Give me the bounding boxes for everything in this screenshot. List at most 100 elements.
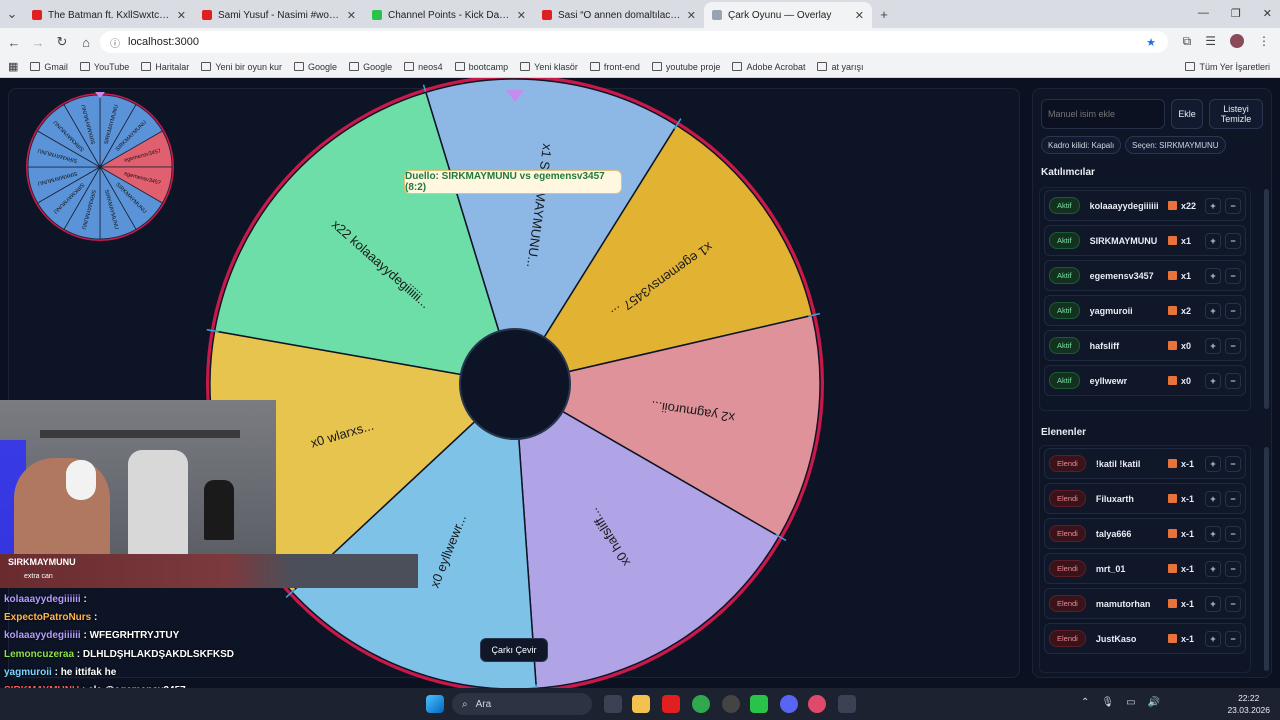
bookmark-item[interactable]: at yarışı <box>817 62 864 72</box>
obs-icon[interactable] <box>722 695 740 713</box>
bookmark-star-icon[interactable]: ★ <box>1146 36 1156 49</box>
participants-scrollbar[interactable] <box>1264 189 1269 409</box>
windows-start-icon[interactable] <box>426 695 444 713</box>
browser-tab[interactable]: Sami Yusuf - Nasimi #worldmusic✕ <box>194 2 364 28</box>
browser-tab[interactable]: Channel Points - Kick Dashboard✕ <box>364 2 534 28</box>
forward-icon[interactable]: → <box>26 35 50 50</box>
site-info-icon[interactable]: ⓘ <box>110 35 120 50</box>
new-tab-button[interactable]: + <box>872 7 896 22</box>
close-tab-icon[interactable]: ✕ <box>517 9 526 22</box>
all-bookmarks[interactable]: Tüm Yer İşaretleri <box>1185 62 1270 72</box>
decrement-button[interactable]: − <box>1225 490 1241 507</box>
youtube-icon[interactable] <box>662 695 680 713</box>
bookmark-item[interactable]: Haritalar <box>141 62 189 72</box>
bookmark-item[interactable]: Gmail <box>30 62 68 72</box>
increment-button[interactable]: + <box>1205 302 1221 319</box>
apps-icon[interactable]: ▦ <box>8 60 18 73</box>
decrement-button[interactable]: − <box>1225 197 1241 214</box>
terminal-icon[interactable] <box>838 695 856 713</box>
manual-name-input[interactable] <box>1041 99 1165 129</box>
reading-list-icon[interactable]: ☰ <box>1205 34 1216 49</box>
home-icon[interactable]: ⌂ <box>74 35 98 50</box>
increment-button[interactable]: + <box>1205 232 1221 249</box>
increment-button[interactable]: + <box>1205 455 1221 472</box>
maps-icon[interactable] <box>808 695 826 713</box>
discord-icon[interactable] <box>780 695 798 713</box>
bookmark-item[interactable]: bootcamp <box>454 62 508 72</box>
file-explorer-icon[interactable] <box>632 695 650 713</box>
bookmark-item[interactable]: Google <box>294 62 337 72</box>
increment-button[interactable]: + <box>1205 630 1221 647</box>
roster-lock-toggle[interactable]: Kadro kilidi: Kapalı <box>1041 136 1122 154</box>
avatar[interactable] <box>1230 34 1244 48</box>
network-icon[interactable]: ▭ <box>1126 697 1135 708</box>
back-icon[interactable]: ← <box>2 35 26 50</box>
decrement-button[interactable]: − <box>1225 560 1241 577</box>
decrement-button[interactable]: − <box>1225 337 1241 354</box>
add-button[interactable]: Ekle <box>1171 99 1203 129</box>
close-tab-icon[interactable]: ✕ <box>855 9 864 22</box>
decrement-button[interactable]: − <box>1225 595 1241 612</box>
restore-icon[interactable]: ❐ <box>1231 7 1241 20</box>
close-tab-icon[interactable]: ✕ <box>347 9 356 22</box>
participant-name: hafsliff <box>1089 340 1120 351</box>
close-tab-icon[interactable]: ✕ <box>687 9 696 22</box>
clock[interactable]: 22:22 23.03.2026 <box>1227 692 1270 716</box>
highlight-user: SIRKMAYMUNU <box>8 557 76 567</box>
entry-count: x-1 <box>1181 458 1195 469</box>
taskbar-search[interactable]: ⌕ Ara <box>452 693 592 715</box>
folder-icon <box>1185 62 1196 71</box>
minimize-icon[interactable]: — <box>1198 7 1209 20</box>
bookmark-item[interactable]: Yeni klasör <box>520 62 578 72</box>
decrement-button[interactable]: − <box>1225 302 1241 319</box>
browser-tab[interactable]: Sasi “O annen domaltılacak” diye✕ <box>534 2 704 28</box>
bookmark-item[interactable]: neos4 <box>404 62 443 72</box>
increment-button[interactable]: + <box>1205 337 1221 354</box>
decrement-button[interactable]: − <box>1225 267 1241 284</box>
volume-icon[interactable]: 🔊 <box>1148 697 1160 708</box>
decrement-button[interactable]: − <box>1225 630 1241 647</box>
bookmark-icon <box>30 62 41 71</box>
increment-button[interactable]: + <box>1205 267 1221 284</box>
chrome-icon[interactable] <box>692 695 710 713</box>
increment-button[interactable]: + <box>1205 560 1221 577</box>
participant-name: Filuxarth <box>1095 493 1134 504</box>
bookmark-item[interactable]: Google <box>349 62 392 72</box>
entry-count: x1 <box>1181 270 1192 281</box>
kick-icon[interactable] <box>750 695 768 713</box>
bookmark-item[interactable]: front-end <box>589 62 640 72</box>
microphone-icon[interactable]: 🎙 <box>1101 697 1114 708</box>
bookmark-item[interactable]: YouTube <box>79 62 129 72</box>
tray-chevron-icon[interactable]: ⌃ <box>1081 697 1089 708</box>
increment-button[interactable]: + <box>1205 525 1221 542</box>
bookmark-item[interactable]: Adobe Acrobat <box>732 62 805 72</box>
bookmark-icon <box>294 62 305 71</box>
participant-name: talya666 <box>1095 528 1132 539</box>
decrement-button[interactable]: − <box>1225 455 1241 472</box>
clear-list-button[interactable]: Listeyi Temizle <box>1209 99 1263 129</box>
address-bar[interactable]: ⓘ localhost:3000 ★ <box>100 31 1168 53</box>
wheel-hub <box>459 328 571 440</box>
gift-icon <box>1168 236 1177 245</box>
browser-tab[interactable]: Çark Oyunu — Overlay ✕ <box>704 2 872 28</box>
menu-icon[interactable]: ⋮ <box>1258 34 1270 49</box>
eliminated-scrollbar[interactable] <box>1264 447 1269 671</box>
spin-button[interactable]: Çarkı Çevir <box>480 638 548 662</box>
task-view-icon[interactable] <box>604 695 622 713</box>
decrement-button[interactable]: − <box>1225 372 1241 389</box>
increment-button[interactable]: + <box>1205 372 1221 389</box>
tab-search-icon[interactable]: ⌄ <box>0 6 24 22</box>
increment-button[interactable]: + <box>1205 197 1221 214</box>
bookmark-item[interactable]: youtube proje <box>651 62 720 72</box>
close-window-icon[interactable]: ✕ <box>1263 7 1272 20</box>
increment-button[interactable]: + <box>1205 490 1221 507</box>
decrement-button[interactable]: − <box>1225 232 1241 249</box>
extensions-icon[interactable]: ⧉ <box>1183 34 1192 49</box>
reload-icon[interactable]: ↻ <box>50 34 74 50</box>
bookmark-item[interactable]: Yeni bir oyun kur <box>201 62 282 72</box>
chat-message: yagmuroii : he ittifak he <box>4 667 117 678</box>
close-tab-icon[interactable]: ✕ <box>177 9 186 22</box>
decrement-button[interactable]: − <box>1225 525 1241 542</box>
browser-tab[interactable]: The Batman ft. KxllSwxtch & ...✕ <box>24 2 194 28</box>
increment-button[interactable]: + <box>1205 595 1221 612</box>
